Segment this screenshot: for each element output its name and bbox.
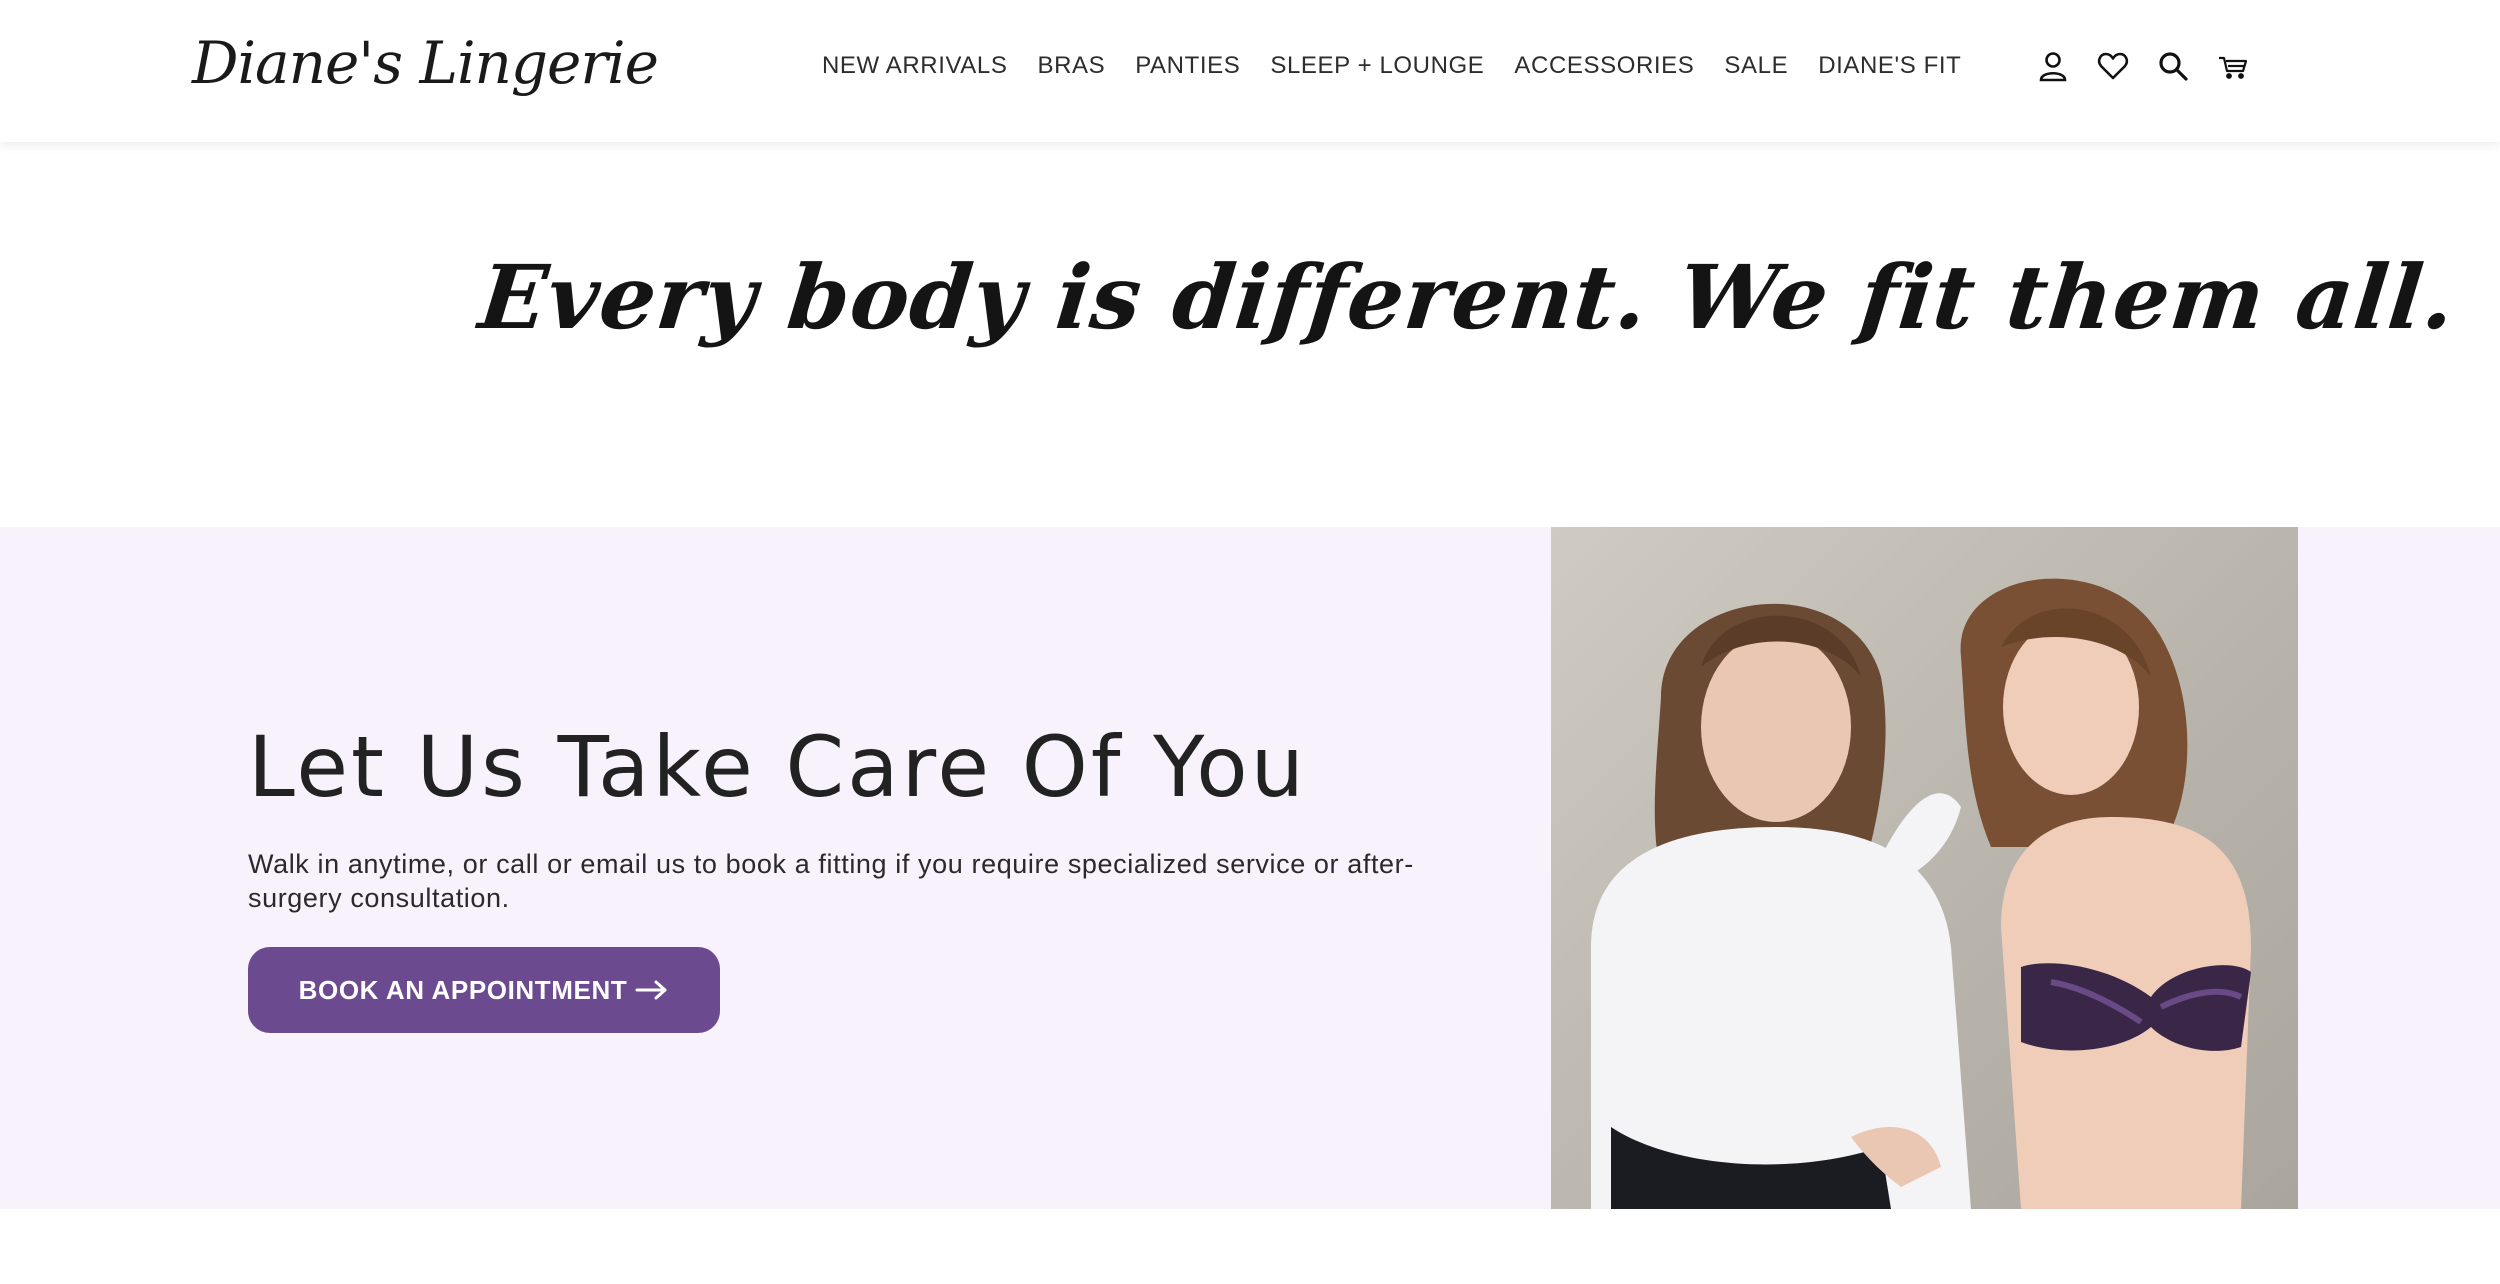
nav-item-panties[interactable]: PANTIES [1135,52,1240,80]
account-icon[interactable] [2036,49,2070,83]
search-icon[interactable] [2156,49,2190,83]
care-content: Let Us Take Care Of You Walk in anytime,… [248,717,1448,1033]
tagline-text: Every body is different. We fit them all… [474,245,2461,349]
nav-item-bras[interactable]: BRAS [1037,52,1105,80]
nav-item-dianes-fit[interactable]: DIANE'S FIT [1818,52,1961,80]
book-appointment-button[interactable]: BOOK AN APPOINTMENT [248,947,720,1033]
nav-item-accessories[interactable]: ACCESSORIES [1514,52,1694,80]
tagline-banner: Every body is different. We fit them all… [0,142,2500,527]
care-body-text: Walk in anytime, or call or email us to … [248,849,1414,913]
page-bottom [0,1209,2500,1284]
nav-item-sleep-lounge[interactable]: SLEEP + LOUNGE [1270,52,1484,80]
header-icons [2036,44,2250,88]
fitting-photo [1551,527,2298,1209]
wishlist-heart-icon[interactable] [2096,49,2130,83]
nav-item-new-arrivals[interactable]: NEW ARRIVALS [822,52,1007,80]
site-header: Diane's Lingerie NEW ARRIVALS BRAS PANTI… [0,0,2500,142]
book-appointment-label: BOOK AN APPOINTMENT [298,974,628,1005]
brand-logo[interactable]: Diane's Lingerie [192,18,659,108]
care-section: Let Us Take Care Of You Walk in anytime,… [0,527,2500,1209]
nav-item-sale[interactable]: SALE [1724,52,1788,80]
cart-icon[interactable] [2216,49,2250,83]
arrow-right-icon [635,980,667,1000]
main-nav: NEW ARRIVALS BRAS PANTIES SLEEP + LOUNGE… [822,44,1961,88]
care-heading: Let Us Take Care Of You [248,718,1307,816]
